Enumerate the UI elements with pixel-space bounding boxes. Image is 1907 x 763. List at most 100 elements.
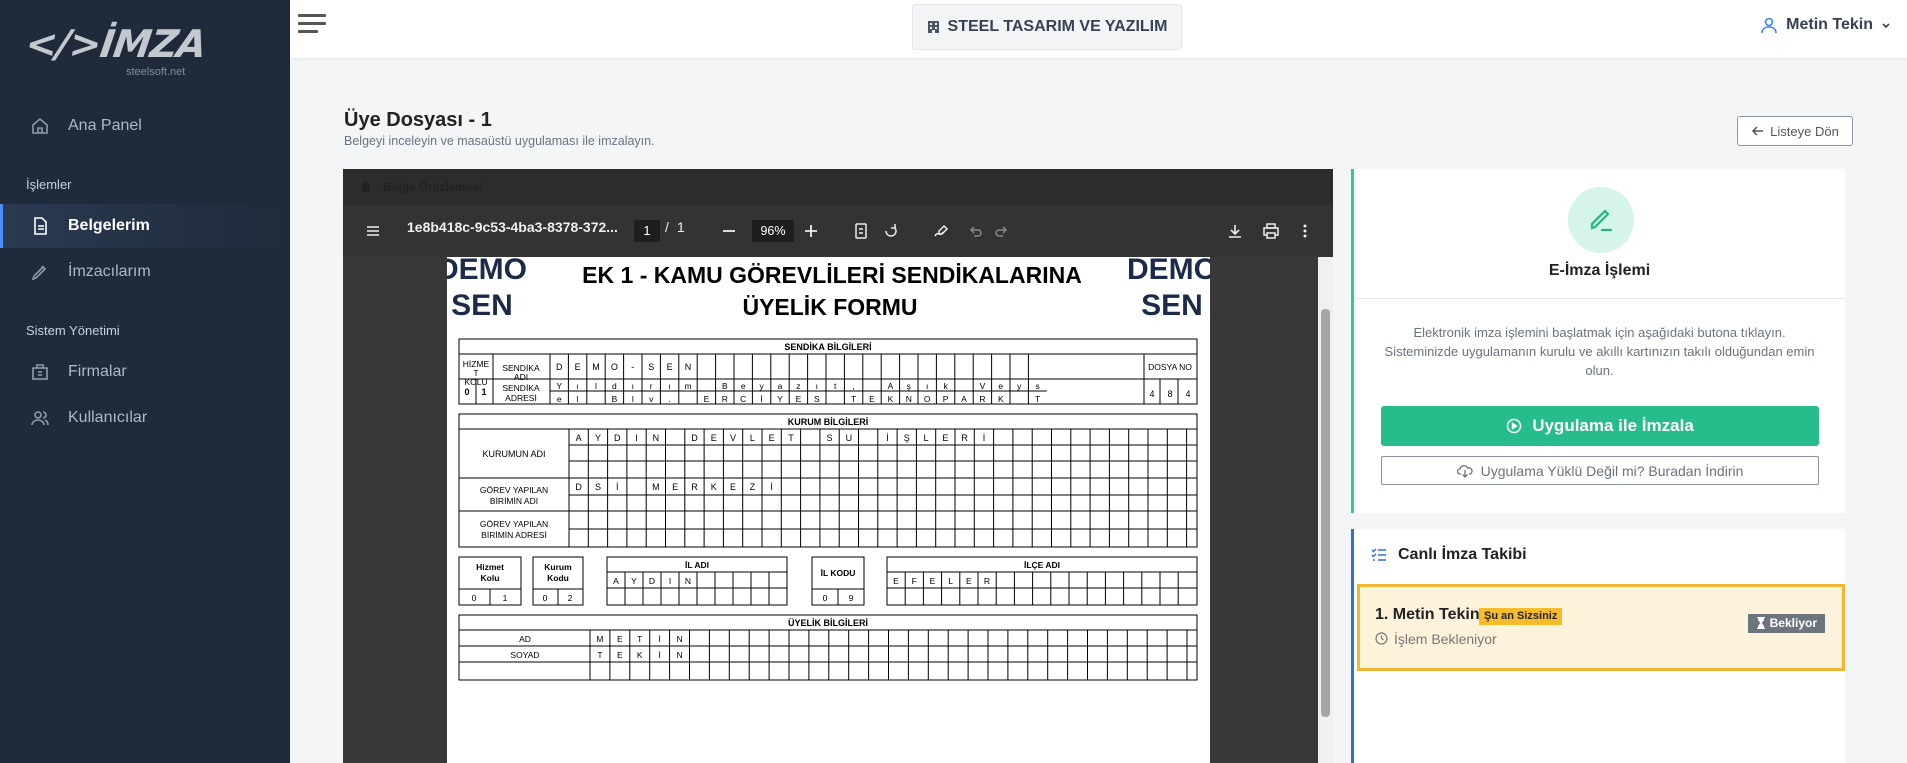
rotate-icon[interactable] — [882, 222, 900, 240]
app-logo[interactable]: </>İMZA steelsoft.net — [23, 22, 209, 82]
document-icon — [362, 182, 370, 192]
sidebar-item-label: Firmalar — [68, 363, 127, 380]
form-text: 1 — [481, 387, 486, 397]
demo-stamp: SEN — [1141, 289, 1203, 322]
form-text: E — [930, 576, 936, 586]
form-text: E — [796, 394, 802, 404]
signer-name: 1. Metin Tekin — [1375, 606, 1480, 623]
form-text: Y — [631, 576, 637, 586]
e-signature-card: E-İmza İşlemi Elektronik imza işlemini b… — [1351, 169, 1845, 513]
form-text: r — [650, 381, 653, 391]
form-text: E — [869, 394, 875, 404]
form-title: EK 1 - KAMU GÖREVLİLERİ SENDİKALARINA — [582, 262, 1082, 288]
form-text: T — [851, 394, 856, 404]
scrollbar-thumb[interactable] — [1321, 309, 1330, 717]
live-signature-tracking-card: Canlı İmza Takibi 1. Metin Tekin Şu an S… — [1351, 529, 1845, 763]
sign-with-app-button[interactable]: Uygulama ile İmzala — [1381, 406, 1819, 446]
form-text: E — [893, 576, 899, 586]
form-text: E — [942, 433, 948, 443]
signature-pen-icon — [1568, 187, 1634, 253]
form-text: P — [943, 394, 949, 404]
form-text: R — [979, 394, 985, 404]
user-icon — [1761, 17, 1777, 34]
form-text: Y — [595, 433, 601, 443]
card-header: E-İmza İşlemi — [1354, 169, 1845, 299]
top-header: STEEL TASARIM VE YAZILIM Metin Tekin — [290, 0, 1907, 58]
form-text: A — [613, 576, 619, 586]
menu-icon[interactable] — [364, 222, 382, 240]
status-badge: Bekliyor — [1747, 614, 1825, 633]
undo-icon[interactable] — [966, 222, 984, 240]
page-number-input[interactable]: 1 — [634, 220, 660, 242]
home-icon — [32, 117, 48, 134]
form-text: R — [691, 482, 698, 492]
form-text: E — [966, 576, 972, 586]
form-text: N — [685, 576, 691, 586]
form-text: N — [653, 433, 660, 443]
form-title: ÜYELİK FORMU — [742, 294, 917, 320]
sidebar-item-belgelerim[interactable]: Belgelerim — [0, 204, 290, 248]
form-text: B — [612, 394, 618, 404]
form-text: l — [632, 394, 634, 404]
form-text: N — [676, 650, 682, 660]
user-name: Metin Tekin — [1786, 16, 1873, 33]
form-text: N — [906, 394, 912, 404]
form-text: Kolu — [481, 573, 500, 583]
download-icon[interactable] — [1226, 222, 1244, 240]
sidebar-item-label: Kullanıcılar — [68, 409, 148, 426]
demo-stamp: SEN — [451, 289, 513, 322]
sign-button-label: Uygulama ile İmzala — [1532, 416, 1694, 435]
form-text: İ — [983, 433, 986, 443]
form-text: Hizmet — [476, 562, 504, 572]
form-text: DOSYA NO — [1148, 362, 1192, 372]
form-text: y — [759, 381, 764, 391]
section-header: KURUM BİLGİLERİ — [788, 417, 869, 427]
print-icon[interactable] — [1262, 222, 1280, 240]
back-to-list-button[interactable]: Listeye Dön — [1737, 116, 1853, 146]
form-text: GÖREV YAPILAN — [480, 519, 548, 529]
signer-row: 1. Metin Tekin Şu an Sizsiniz İşlem Bekl… — [1357, 584, 1845, 671]
annotate-icon[interactable] — [932, 222, 950, 240]
back-label: Listeye Dön — [1770, 123, 1839, 139]
sidebar-item-label: Belgelerim — [68, 217, 150, 234]
more-options-icon[interactable] — [1296, 222, 1314, 240]
form-text: 0 — [472, 593, 477, 603]
form-text: KURUMUN ADI — [482, 449, 545, 459]
sidebar-item-label: Ana Panel — [68, 117, 142, 134]
form-text: l — [577, 394, 579, 404]
form-text: 4 — [1185, 389, 1190, 399]
form-text: a — [778, 381, 783, 391]
form-text: ı — [632, 381, 634, 391]
form-text: S — [648, 362, 654, 372]
form-text: R — [722, 394, 728, 404]
form-text: l — [595, 381, 597, 391]
form-cell — [886, 587, 1198, 606]
form-text: R — [984, 576, 990, 586]
form-text: D — [691, 433, 698, 443]
form-text: ADRESİ — [505, 393, 537, 403]
zoom-in-icon[interactable] — [802, 222, 820, 240]
form-text: ı — [576, 381, 578, 391]
form-text: E — [711, 433, 717, 443]
sidebar-item-kullanicilar[interactable]: Kullanıcılar — [0, 396, 290, 440]
sidebar-item-firmalar[interactable]: Firmalar — [0, 350, 290, 394]
user-menu[interactable]: Metin Tekin — [1760, 16, 1891, 34]
form-text: O — [924, 394, 931, 404]
zoom-level[interactable]: 96% — [752, 220, 794, 242]
download-app-button[interactable]: Uygulama Yüklü Değil mi? Buradan İndirin — [1381, 456, 1819, 485]
hamburger-menu-icon[interactable] — [298, 14, 326, 38]
fit-page-icon[interactable] — [852, 222, 870, 240]
list-check-icon — [1371, 548, 1386, 561]
form-text: İL ADI — [685, 560, 709, 570]
sidebar-item-ana-panel[interactable]: Ana Panel — [0, 104, 290, 148]
form-cell — [458, 629, 1198, 681]
redo-icon[interactable] — [993, 222, 1011, 240]
sidebar: </>İMZA steelsoft.net Ana Panel İşlemler… — [0, 0, 290, 763]
sidebar-item-imzacilarim[interactable]: İmzacılarım — [0, 250, 290, 294]
viewer-title-bar: Belge Önizlemesi — [343, 169, 1333, 205]
zoom-out-icon[interactable] — [720, 222, 738, 240]
form-text: A — [888, 381, 894, 391]
form-text: E — [617, 650, 623, 660]
clock-icon — [1375, 632, 1388, 645]
company-selector[interactable]: STEEL TASARIM VE YAZILIM — [912, 4, 1182, 50]
